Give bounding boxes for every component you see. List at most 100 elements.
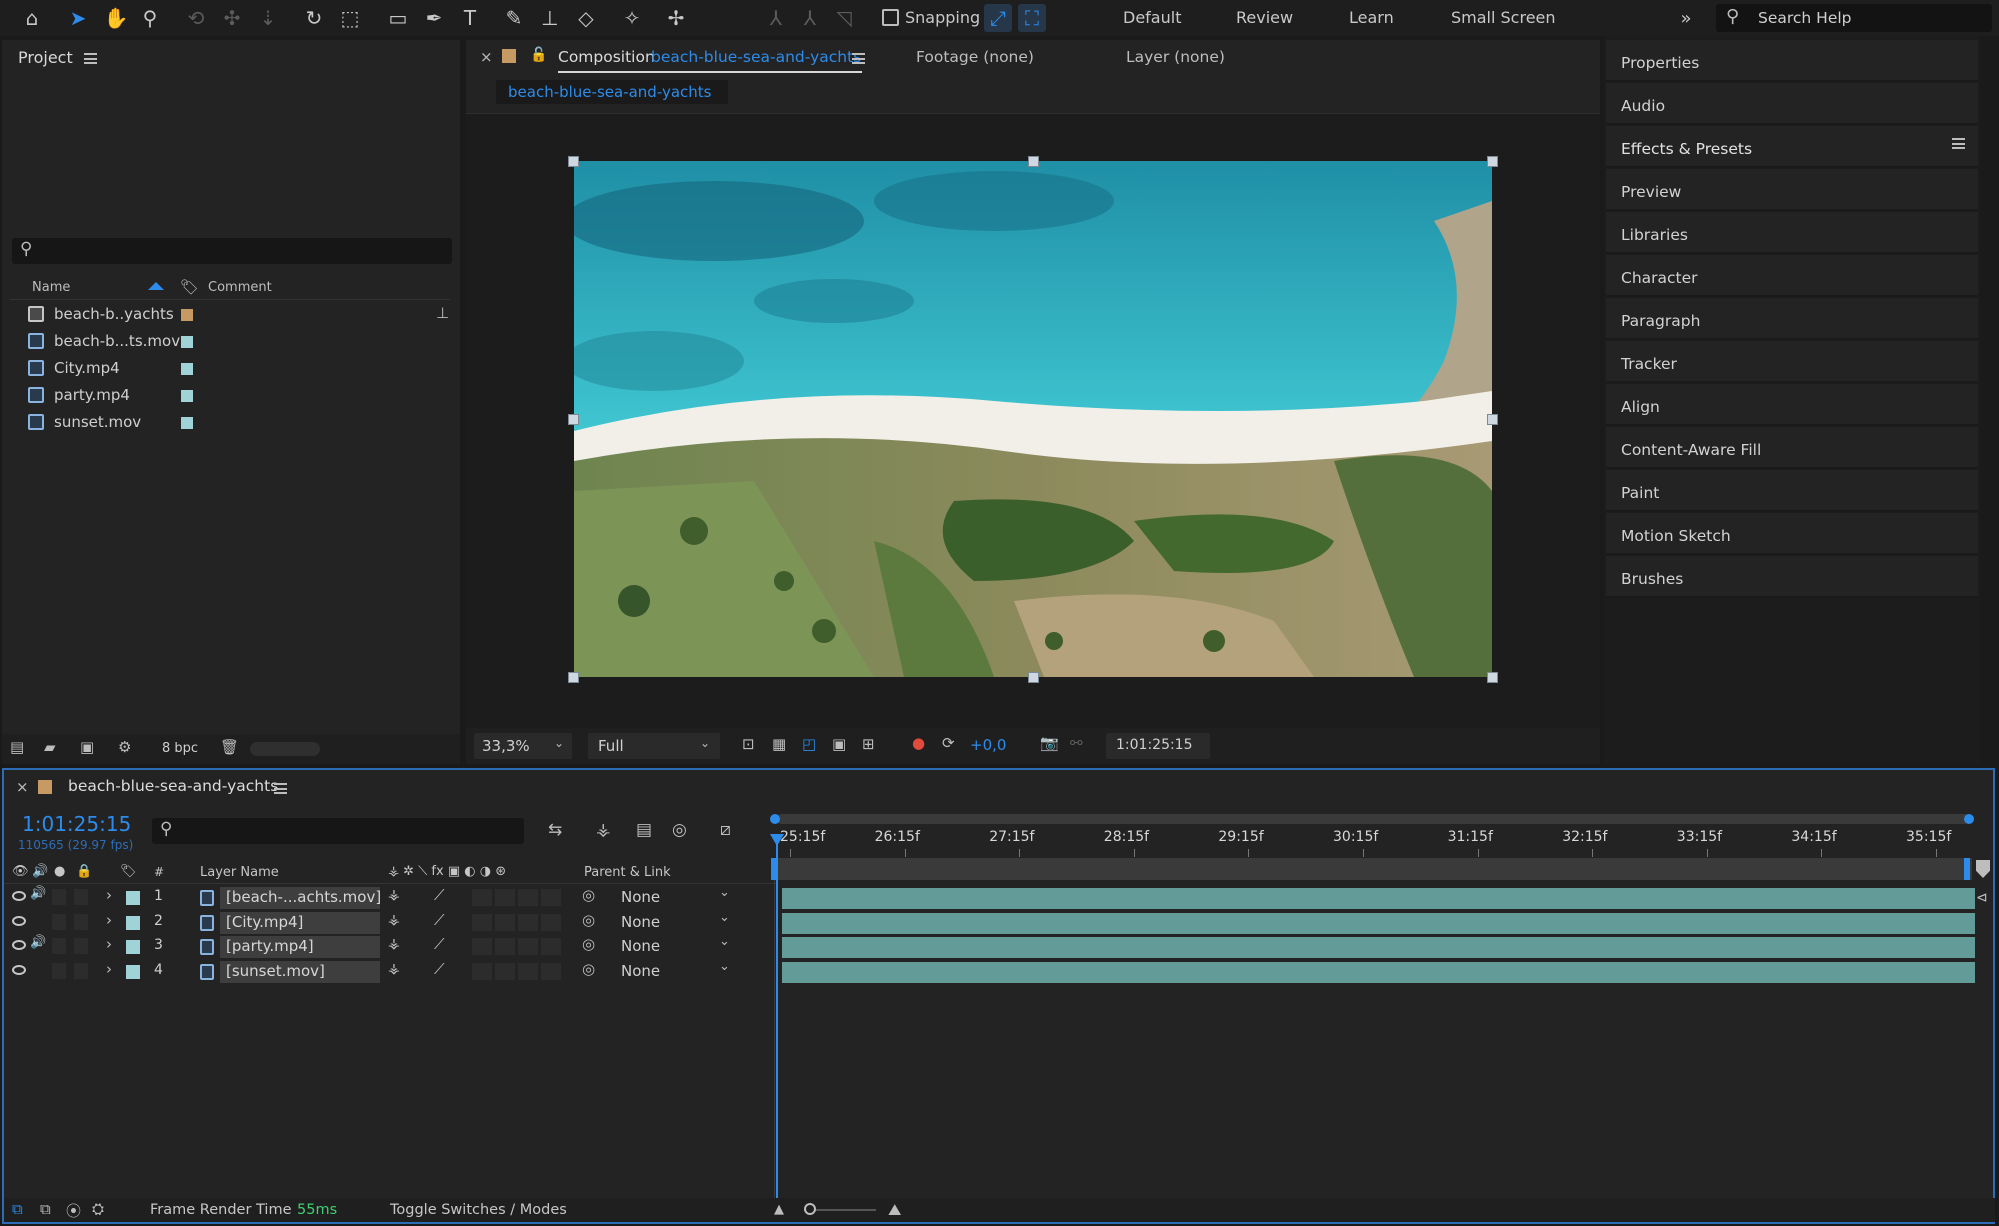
name-column-header[interactable]: Name (32, 280, 70, 295)
selection-tool-icon[interactable]: ➤ (64, 4, 92, 32)
timeline-comp-name[interactable]: beach-blue-sea-and-yachts (68, 777, 278, 795)
layer-name[interactable]: [City.mp4] (220, 911, 380, 934)
zoom-dropdown[interactable]: 33,3% ⌄ (474, 733, 572, 759)
new-composition-icon[interactable]: ▣ (80, 738, 94, 756)
interpret-footage-icon[interactable]: ▤ (10, 738, 24, 756)
lock-toggle[interactable] (74, 913, 88, 930)
label-color-swatch[interactable] (181, 336, 193, 348)
project-item[interactable]: beach-b..yachts (28, 302, 438, 328)
footage-tab[interactable]: Footage (none) (916, 48, 1034, 66)
workspace-default[interactable]: Default (1123, 8, 1181, 27)
zoom-in-icon[interactable]: ⛰ (888, 1200, 901, 1220)
parent-link-column-header[interactable]: Parent & Link (584, 865, 671, 880)
render-time-toggle-icon[interactable]: ⛭ (92, 1200, 104, 1218)
pick-whip-icon[interactable]: ◎ (582, 935, 595, 953)
snapping-checkbox[interactable] (882, 9, 899, 26)
comp-breadcrumb[interactable]: beach-blue-sea-and-yachts (496, 80, 728, 104)
work-area-start-handle[interactable] (770, 814, 780, 824)
bpc-label[interactable]: 8 bpc (162, 741, 198, 756)
fast-previews-icon[interactable]: ⊡ (742, 735, 755, 753)
pick-whip-icon[interactable]: ◎ (582, 886, 595, 904)
quality-switch-icon[interactable]: ⟋ (434, 960, 445, 978)
shy-switch-icon[interactable]: ⚶ (388, 887, 400, 903)
layer-row[interactable]: 🔊 › 1 [beach-...achts.mov] ⚶ ⟋ ◎ None ⌄ (4, 885, 1997, 910)
video-switch-header-icon[interactable]: 👁 (12, 864, 29, 879)
panel-properties[interactable]: Properties (1606, 40, 1978, 82)
switch-boxes[interactable] (472, 962, 564, 980)
audio-switch-header-icon[interactable]: 🔊 (32, 864, 48, 879)
modes-toggle-icon[interactable]: ⧉ (40, 1200, 51, 1218)
composition-menu-icon[interactable] (852, 53, 865, 64)
timeline-search-input[interactable]: ⚲ (152, 818, 524, 844)
transform-handle[interactable] (1487, 672, 1498, 683)
transparency-grid-icon[interactable]: ▦ (772, 735, 786, 753)
project-item[interactable]: beach-b...ts.mov (28, 329, 438, 355)
shy-switch-icon[interactable]: ⚶ (388, 912, 400, 928)
close-timeline-icon[interactable]: × (16, 778, 29, 796)
quality-switch-icon[interactable]: ⟋ (434, 886, 445, 904)
expand-chevron-icon[interactable]: › (106, 960, 112, 978)
layer-name[interactable]: [beach-...achts.mov] (220, 887, 381, 909)
motion-blur-icon[interactable]: ◎ (672, 820, 687, 840)
transform-handle[interactable] (1487, 156, 1498, 167)
parent-dropdown[interactable]: None ⌄ (609, 910, 739, 934)
composition-tab-label[interactable]: Composition (558, 48, 655, 66)
solo-toggle[interactable] (52, 962, 66, 979)
timecode-display[interactable]: 1:01:25:15 (1106, 733, 1210, 759)
layer-name[interactable]: [party.mp4] (220, 936, 380, 958)
transform-handle[interactable] (568, 156, 579, 167)
color-channels-icon[interactable]: ● (912, 734, 925, 752)
panel-align[interactable]: Align (1606, 384, 1978, 426)
layer-duration-bar[interactable] (782, 888, 1975, 909)
expand-chevron-icon[interactable]: › (106, 911, 112, 929)
grid-guides-icon[interactable]: ⊞ (862, 735, 875, 753)
panel-libraries[interactable]: Libraries (1606, 212, 1978, 254)
trash-icon[interactable]: 🗑 (220, 738, 239, 756)
panel-paint[interactable]: Paint (1606, 470, 1978, 512)
audio-icon[interactable]: 🔊 (30, 935, 46, 950)
transform-handle[interactable] (568, 672, 579, 683)
video-visibility-icon[interactable] (12, 891, 26, 901)
label-color-swatch[interactable] (126, 891, 140, 905)
brush-tool-icon[interactable]: ✎ (500, 4, 528, 32)
solo-header-icon[interactable]: ● (54, 864, 65, 879)
expand-chevron-icon[interactable]: › (106, 935, 112, 953)
label-color-swatch[interactable] (126, 940, 140, 954)
lock-toggle[interactable] (74, 889, 88, 905)
effects-menu-icon[interactable] (1952, 138, 1965, 149)
lock-icon[interactable]: 🔓 (530, 47, 547, 63)
snap-edges-icon[interactable]: ⤢ (984, 4, 1012, 32)
label-color-swatch[interactable] (181, 363, 193, 375)
reset-exposure-icon[interactable]: ⟳ (942, 734, 955, 752)
project-item[interactable]: City.mp4 (28, 356, 438, 382)
dolly-camera-icon[interactable]: ⇣ (254, 4, 282, 32)
shy-switch-icon[interactable]: ⚶ (388, 961, 400, 977)
timeline-menu-icon[interactable] (274, 783, 287, 794)
axis-view-icon[interactable]: ◹ (830, 4, 858, 32)
audio-icon[interactable]: 🔊 (30, 886, 46, 901)
solo-toggle[interactable] (52, 913, 66, 930)
frame-blending-icon[interactable]: ▤ (636, 820, 652, 840)
orbit-camera-icon[interactable]: ⟲ (182, 4, 210, 32)
parent-dropdown[interactable]: None ⌄ (609, 959, 739, 983)
project-search-input[interactable]: ⚲ (12, 238, 452, 264)
expand-chevron-icon[interactable]: › (106, 886, 112, 904)
label-header-icon[interactable]: 🏷 (120, 864, 137, 879)
thumbnail-slider[interactable] (250, 742, 320, 756)
draft-3d-icon[interactable]: ⚶ (596, 820, 610, 840)
layer-row[interactable]: › 4 [sunset.mov] ⚶ ⟋ ◎ None ⌄ (4, 959, 1997, 984)
type-tool-icon[interactable]: T (456, 4, 484, 32)
video-visibility-icon[interactable] (12, 940, 26, 950)
composition-tab-name[interactable]: beach-blue-sea-and-yachts (651, 48, 861, 66)
pick-whip-icon[interactable]: ◎ (582, 960, 595, 978)
project-item[interactable]: party.mp4 (28, 383, 438, 409)
label-color-swatch[interactable] (181, 417, 193, 429)
clone-stamp-tool-icon[interactable]: ⊥ (536, 4, 564, 32)
layer-switches-toggle-icon[interactable]: ⧉ (12, 1200, 23, 1218)
panel-motion-sketch[interactable]: Motion Sketch (1606, 513, 1978, 555)
toggle-switches-modes[interactable]: Toggle Switches / Modes (390, 1202, 567, 1218)
layer-row[interactable]: 🔊 › 3 [party.mp4] ⚶ ⟋ ◎ None ⌄ (4, 934, 1997, 959)
composition-flowchart-icon[interactable]: ⇆ (548, 820, 562, 840)
switch-boxes[interactable] (472, 913, 564, 931)
pan-camera-icon[interactable]: ✣ (218, 4, 246, 32)
